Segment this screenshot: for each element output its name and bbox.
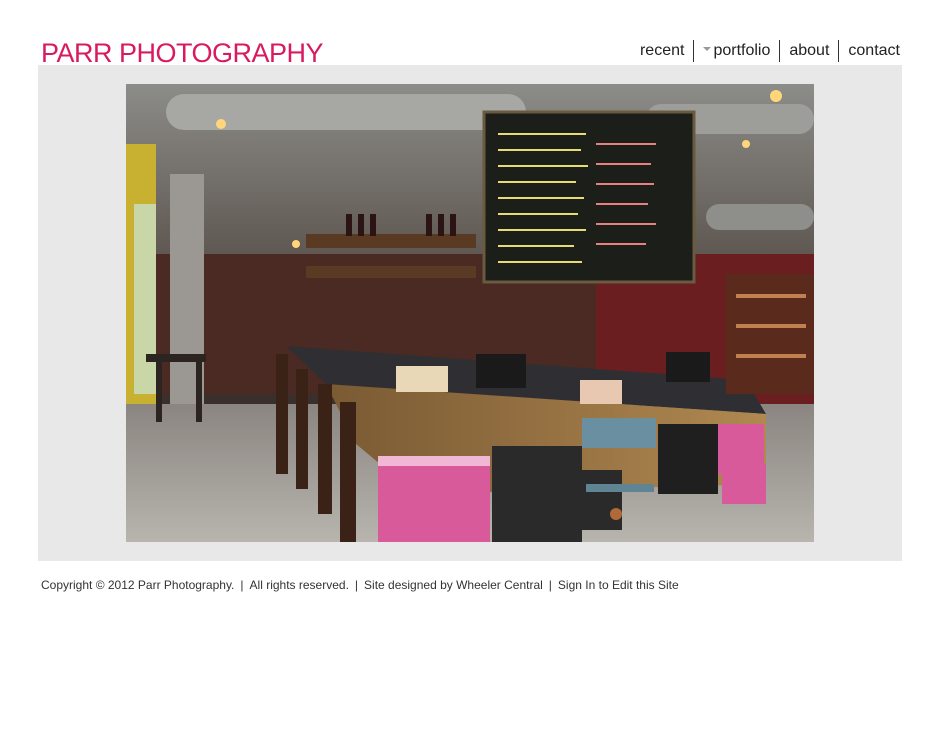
dropdown-caret-icon: [703, 47, 712, 51]
footer-sign-in-link[interactable]: Sign In to Edit this Site: [558, 578, 679, 592]
nav-recent[interactable]: recent: [640, 40, 695, 62]
gallery-frame: [38, 65, 902, 561]
footer-separator: |: [354, 578, 359, 592]
restaurant-bar-photo-icon: [126, 84, 814, 542]
main-nav: recent portfolio about contact: [640, 39, 900, 63]
footer-designer-link[interactable]: Site designed by Wheeler Central: [364, 578, 543, 592]
footer-separator: |: [548, 578, 552, 592]
nav-portfolio-label: portfolio: [713, 42, 771, 59]
nav-about[interactable]: about: [780, 40, 840, 62]
footer: Copyright © 2012 Parr Photography. | All r…: [41, 578, 679, 592]
nav-portfolio[interactable]: portfolio: [694, 40, 781, 62]
footer-copyright: Copyright © 2012 Parr Photography.: [41, 578, 235, 592]
footer-rights: All rights reserved.: [249, 578, 349, 592]
footer-separator: |: [240, 578, 244, 592]
site-logo[interactable]: PARR PHOTOGRAPHY: [41, 38, 324, 68]
nav-contact[interactable]: contact: [839, 40, 900, 62]
gallery-photo[interactable]: [126, 84, 814, 542]
